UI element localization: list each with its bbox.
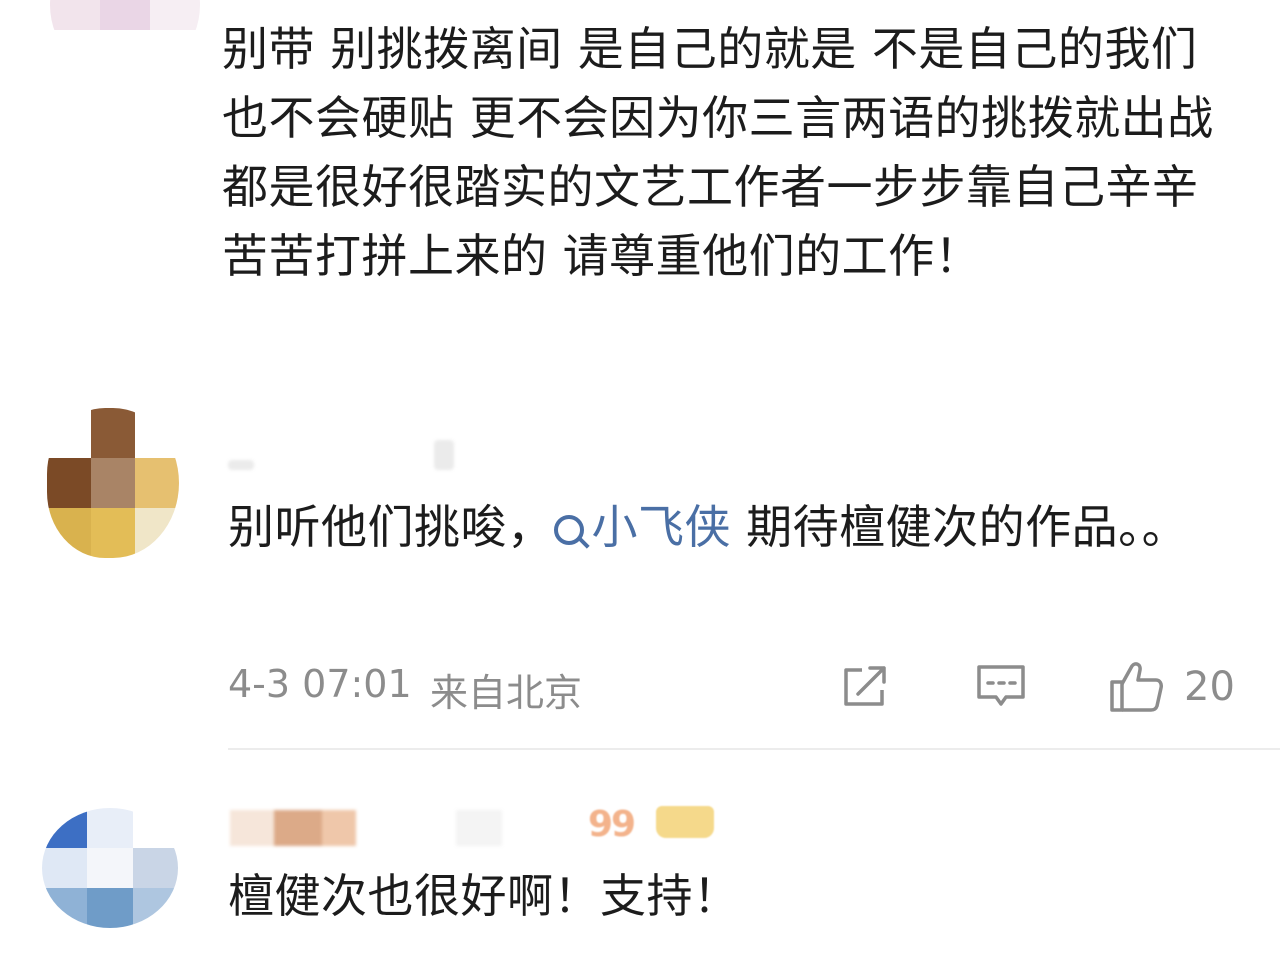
like-button[interactable]: 20 bbox=[1108, 662, 1235, 712]
avatar-mosaic-tile bbox=[42, 888, 88, 928]
avatar-mosaic-tile bbox=[47, 408, 91, 458]
share-icon bbox=[844, 666, 886, 706]
avatar[interactable] bbox=[47, 408, 179, 558]
comment-text: 别带 别挑拨离间 是自己的就是 不是自己的我们也不会硬贴 更不会因为你三言两语的… bbox=[222, 22, 1214, 283]
avatar-mosaic-tile bbox=[87, 848, 133, 888]
comment-time: 4-3 07:01 bbox=[228, 662, 412, 706]
avatar-mosaic-tile bbox=[47, 458, 91, 508]
username-blurred[interactable] bbox=[210, 806, 730, 846]
avatar-mosaic-tile bbox=[135, 508, 179, 558]
comment-text: 别听他们挑唆， 小飞侠 期待檀健次的作品。。 bbox=[228, 490, 1228, 565]
avatar-mosaic-tile bbox=[132, 808, 178, 848]
avatar[interactable] bbox=[42, 808, 178, 928]
avatar-mosaic-tile bbox=[100, 30, 150, 80]
avatar-mosaic-tile bbox=[135, 458, 179, 508]
level-badge: 99 bbox=[588, 804, 636, 845]
mention-name: 小飞侠 bbox=[591, 500, 731, 554]
avatar-mosaic-tile bbox=[50, 30, 100, 80]
mention-link[interactable]: 小飞侠 bbox=[553, 500, 732, 554]
avatar-mosaic-tile bbox=[42, 808, 88, 848]
comment-meta: 4-3 07:01 来自北京 20 bbox=[228, 662, 1238, 715]
avatar-mosaic-tile bbox=[87, 808, 133, 848]
avatar-mosaic-tile bbox=[91, 408, 135, 458]
avatar-mosaic-tile bbox=[91, 508, 135, 558]
comment-button[interactable] bbox=[974, 662, 1028, 712]
avatar[interactable] bbox=[50, 0, 200, 80]
like-count: 20 bbox=[1184, 664, 1235, 710]
comment-text-before: 别听他们挑唆， bbox=[228, 500, 554, 554]
share-button[interactable] bbox=[840, 662, 890, 712]
avatar-mosaic-tile bbox=[150, 0, 200, 30]
divider bbox=[228, 748, 1280, 750]
search-icon bbox=[553, 515, 584, 545]
avatar-mosaic-tile bbox=[132, 848, 178, 888]
avatar-mosaic-tile bbox=[42, 848, 88, 888]
avatar-mosaic-tile bbox=[135, 408, 179, 458]
crown-badge-icon bbox=[656, 806, 714, 838]
avatar-mosaic-tile bbox=[87, 888, 133, 928]
avatar-mosaic-tile bbox=[47, 508, 91, 558]
avatar-mosaic-tile bbox=[50, 0, 100, 30]
comment-location: 来自北京 bbox=[430, 671, 583, 715]
thumbs-up-icon bbox=[1110, 662, 1163, 712]
comment-text: 檀健次也很好啊！支持！ bbox=[228, 869, 740, 923]
avatar-mosaic-tile bbox=[132, 888, 178, 928]
avatar-mosaic-tile bbox=[91, 458, 135, 508]
avatar-mosaic-tile bbox=[100, 0, 150, 30]
avatar-mosaic-tile bbox=[150, 30, 200, 80]
comment-text-after: 期待檀健次的作品。。 bbox=[731, 500, 1189, 554]
comment-icon bbox=[977, 665, 1025, 706]
username-blurred[interactable] bbox=[228, 440, 468, 474]
